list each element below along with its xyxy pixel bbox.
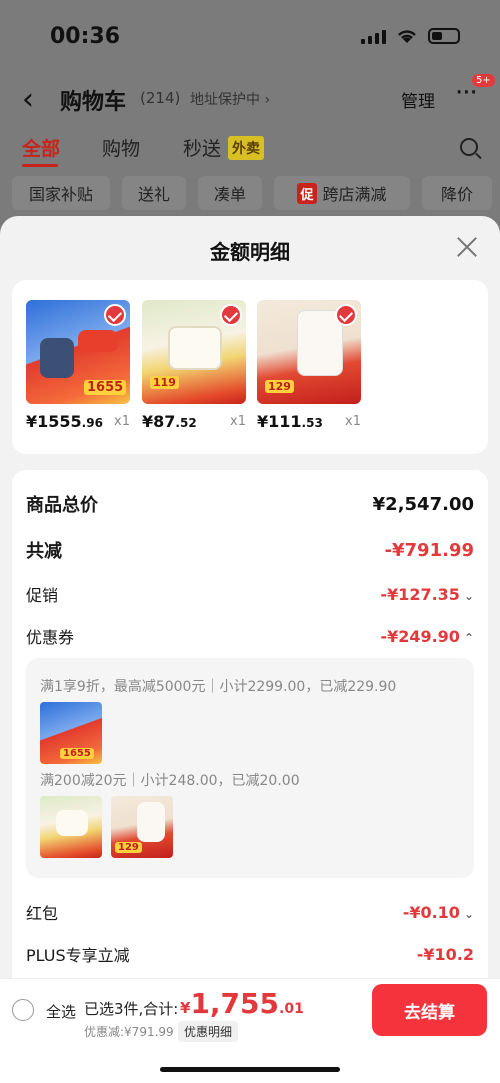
red-packet-value: -¥0.10: [402, 902, 460, 922]
chip-national-subsidy[interactable]: 国家补贴: [12, 176, 110, 210]
chip-gift[interactable]: 送礼: [122, 176, 186, 210]
promo-badge: 促: [297, 182, 317, 204]
waimai-badge: 外卖: [228, 136, 264, 160]
cart-header: ‹ 购物车 (214) 地址保护中 › 管理 ··· 5+: [0, 74, 500, 118]
red-packet-value-wrap: -¥0.10 ⌄: [403, 903, 474, 922]
chevron-up-icon: ⌃: [463, 630, 474, 645]
checkout-bar: 全选 已选3件,合计: ¥1,755.01 优惠减:¥791.99 优惠明细 去…: [0, 978, 500, 1083]
amount-detail-sheet: 金额明细 1655 ¥1555.96 x1 119 ¥87.52 x1 129 …: [0, 216, 500, 1083]
chip-cross-store[interactable]: 促跨店满减: [274, 176, 410, 210]
filter-chips: 国家补贴 送礼 凑单 促跨店满减 降价: [0, 176, 500, 212]
row-promotion[interactable]: 促销 -¥127.35 ⌄: [26, 580, 474, 608]
product-image-price: 1655: [84, 380, 127, 395]
close-icon[interactable]: [456, 236, 478, 258]
total-price-value: ¥2,547.00: [372, 493, 474, 515]
coupon-rule-1: 满1享9折，最高减5000元｜小计2299.00，已减229.90: [40, 679, 397, 695]
product-image: 129: [257, 300, 361, 404]
cart-page-background: 00:36 ‹ 购物车 (214) 地址保护中 › 管理 ··· 5+ 全部 购…: [0, 0, 500, 240]
total-reduction-value: -¥791.99: [384, 539, 474, 561]
coupon-rule-2: 满200减20元｜小计248.00，已减20.00: [40, 773, 300, 789]
cart-count: (214): [140, 89, 181, 107]
product-quantity: x1: [230, 414, 246, 429]
selected-check-icon[interactable]: [335, 304, 357, 326]
address-protect-link[interactable]: 地址保护中 ›: [190, 89, 270, 109]
tab-all[interactable]: 全部: [22, 134, 60, 161]
battery-icon: [428, 28, 460, 44]
checkout-button[interactable]: 去结算: [372, 984, 487, 1036]
back-icon[interactable]: ‹: [22, 82, 34, 117]
coupon-value: -¥249.90: [380, 626, 460, 646]
page-title: 购物车: [60, 90, 127, 115]
coupon-product-image: 1655: [40, 702, 102, 764]
product-image-price: 119: [150, 376, 179, 389]
row-plus-discount: PLUS专享立减 -¥10.2: [26, 940, 474, 968]
chevron-down-icon: ⌄: [463, 906, 474, 921]
sheet-title: 金额明细: [210, 240, 290, 264]
product-quantity: x1: [114, 414, 130, 429]
chip-add-on[interactable]: 凑单: [198, 176, 262, 210]
status-icons: [361, 28, 460, 44]
chip-label: 送礼: [137, 185, 170, 204]
promotion-value-wrap: -¥127.35 ⌄: [380, 585, 474, 604]
chip-label: 国家补贴: [28, 185, 93, 204]
selected-summary: 已选3件,合计:: [84, 1000, 179, 1018]
chip-label: 凑单: [213, 185, 246, 204]
row-red-packet[interactable]: 红包 -¥0.10 ⌄: [26, 898, 474, 926]
signal-icon: [361, 28, 386, 44]
discount-summary: 优惠减:¥791.99: [84, 1025, 174, 1039]
product-image: 119: [142, 300, 246, 404]
row-total-reduction: 共减 -¥791.99: [26, 536, 474, 564]
tab-underline: [22, 164, 58, 167]
product-image: 1655: [26, 300, 130, 404]
selected-products-card: 1655 ¥1555.96 x1 119 ¥87.52 x1 129 ¥111.…: [12, 280, 488, 454]
coupon-product-price: 1655: [60, 748, 94, 759]
message-badge: 5+: [472, 74, 495, 87]
promotion-label: 促销: [26, 586, 59, 605]
coupon-product-image: [40, 796, 102, 858]
status-time: 00:36: [50, 24, 121, 49]
product-item[interactable]: 1655 ¥1555.96 x1: [26, 300, 132, 431]
coupon-value-wrap: -¥249.90 ⌃: [380, 627, 474, 646]
product-quantity: x1: [345, 414, 361, 429]
product-item[interactable]: 119 ¥87.52 x1: [142, 300, 248, 431]
product-item[interactable]: 129 ¥111.53 x1: [257, 300, 363, 431]
row-coupon[interactable]: 优惠券 -¥249.90 ⌃: [26, 622, 474, 650]
chip-label: 降价: [440, 185, 473, 204]
chevron-down-icon: ⌄: [463, 588, 474, 603]
search-icon[interactable]: [460, 138, 478, 156]
promotion-value: -¥127.35: [380, 584, 460, 604]
coupon-product-price: 129: [115, 842, 142, 853]
product-image-price: 129: [265, 380, 294, 393]
coupon-product-image: 129: [111, 796, 173, 858]
chip-label: 跨店满减: [322, 185, 387, 204]
select-all-radio[interactable]: [12, 999, 34, 1021]
chip-price-drop[interactable]: 降价: [422, 176, 492, 210]
selected-check-icon[interactable]: [104, 304, 126, 326]
selected-check-icon[interactable]: [220, 304, 242, 326]
plus-discount-value: -¥10.2: [416, 944, 474, 964]
cart-tabs: 全部 购物 秒送 外卖: [0, 134, 500, 170]
tab-instant[interactable]: 秒送: [183, 134, 221, 161]
discount-detail-button[interactable]: 优惠明细: [178, 1021, 239, 1042]
total-price-label: 商品总价: [26, 495, 98, 516]
status-bar: 00:36: [0, 0, 500, 72]
wifi-icon: [398, 30, 416, 43]
home-indicator: [160, 1067, 340, 1072]
grand-total: ¥1,755.01: [180, 987, 304, 1020]
total-reduction-label: 共减: [26, 541, 62, 562]
manage-button[interactable]: 管理: [401, 87, 435, 112]
coupon-detail-box: 满1享9折，最高减5000元｜小计2299.00，已减229.90 1655 满…: [26, 658, 474, 878]
select-all-label[interactable]: 全选: [46, 1001, 76, 1022]
red-packet-label: 红包: [26, 904, 59, 923]
tab-shopping[interactable]: 购物: [102, 134, 140, 161]
row-total-price: 商品总价 ¥2,547.00: [26, 490, 474, 518]
coupon-label: 优惠券: [26, 628, 75, 647]
plus-discount-label: PLUS专享立减: [26, 946, 130, 965]
